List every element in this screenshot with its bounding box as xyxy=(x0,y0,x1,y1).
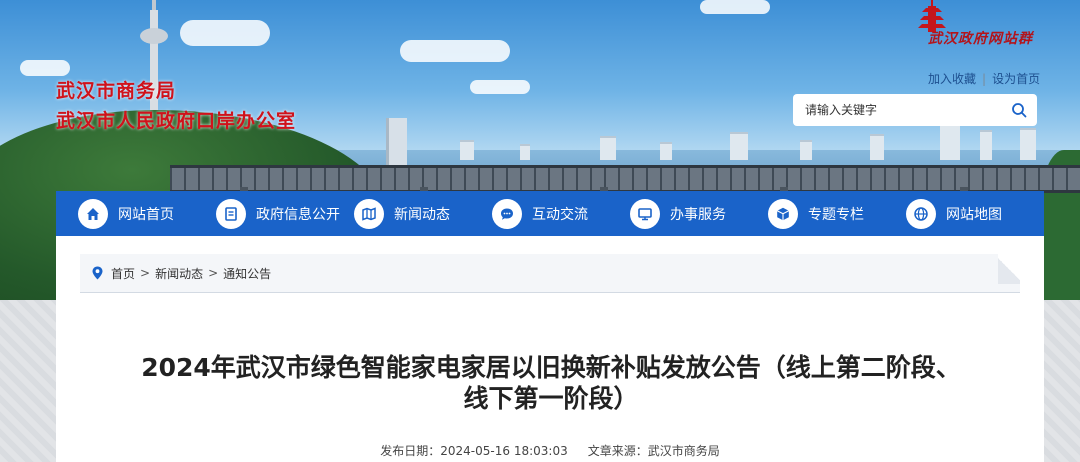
map-book-icon xyxy=(354,198,384,229)
main-nav: 网站首页 政府信息公开 新闻动态 互动交流 办事服务 专题专栏 网站地图 xyxy=(56,191,1044,236)
content-panel: 首页 > 新闻动态 > 通知公告 2024年武汉市绿色智能家电家居以旧换新补贴发… xyxy=(56,236,1044,462)
cloud-decoration xyxy=(700,0,770,14)
nav-item-home[interactable]: 网站首页 xyxy=(78,191,174,236)
org-name-commerce-bureau: 武汉市商务局 xyxy=(56,80,177,102)
tv-tower xyxy=(140,28,168,44)
location-pin-icon xyxy=(92,266,103,280)
breadcrumb-news[interactable]: 新闻动态 xyxy=(155,265,203,282)
article-source: 武汉市商务局 xyxy=(647,444,720,458)
globe-icon xyxy=(906,198,936,229)
nav-label: 政府信息公开 xyxy=(256,206,340,223)
page-fold-decoration xyxy=(998,254,1020,284)
nav-label: 办事服务 xyxy=(670,206,726,223)
office-tower xyxy=(386,118,407,166)
document-icon xyxy=(216,198,246,229)
chat-icon xyxy=(492,198,522,229)
search-input[interactable] xyxy=(803,102,1011,118)
cloud-decoration xyxy=(470,80,530,94)
publish-date: 2024-05-16 18:03:03 xyxy=(440,444,568,458)
publish-date-label: 发布日期： xyxy=(380,444,441,458)
nav-label: 专题专栏 xyxy=(808,206,864,223)
monitor-icon xyxy=(630,198,660,229)
cloud-decoration xyxy=(20,60,70,76)
nav-item-gov-info[interactable]: 政府信息公开 xyxy=(216,191,340,236)
breadcrumb-notices[interactable]: 通知公告 xyxy=(223,265,271,282)
bookmark-link[interactable]: 加入收藏 xyxy=(928,72,976,86)
cloud-decoration xyxy=(400,40,510,62)
source-label: 文章来源： xyxy=(587,444,648,458)
home-icon xyxy=(78,198,108,229)
logo-text: 武汉政府网站群 xyxy=(928,31,1033,47)
nav-item-interaction[interactable]: 互动交流 xyxy=(492,191,588,236)
article-title: 2024年武汉市绿色智能家电家居以旧换新补贴发放公告（线上第二阶段、线下第一阶段… xyxy=(141,353,961,413)
org-name-port-office: 武汉市人民政府口岸办公室 xyxy=(56,110,297,132)
nav-label: 网站地图 xyxy=(946,206,1002,223)
nav-item-services[interactable]: 办事服务 xyxy=(630,191,726,236)
top-links: 加入收藏 | 设为首页 xyxy=(928,70,1040,87)
set-homepage-link[interactable]: 设为首页 xyxy=(992,72,1040,86)
nav-label: 网站首页 xyxy=(118,206,174,223)
nav-label: 互动交流 xyxy=(532,206,588,223)
nav-item-sitemap[interactable]: 网站地图 xyxy=(906,191,1002,236)
breadcrumb-separator: > xyxy=(208,266,219,280)
nav-item-news[interactable]: 新闻动态 xyxy=(354,191,450,236)
breadcrumb-home[interactable]: 首页 xyxy=(111,265,135,282)
breadcrumb: 首页 > 新闻动态 > 通知公告 xyxy=(80,254,1020,293)
link-separator: | xyxy=(982,72,987,86)
search-icon[interactable] xyxy=(1011,102,1027,118)
nav-label: 新闻动态 xyxy=(394,206,450,223)
side-pattern xyxy=(0,300,56,462)
search-box xyxy=(793,94,1037,126)
nav-item-topics[interactable]: 专题专栏 xyxy=(768,191,864,236)
side-pattern xyxy=(1044,300,1080,462)
cloud-decoration xyxy=(180,20,270,46)
article-meta: 发布日期：2024-05-16 18:03:03 文章来源：武汉市商务局 xyxy=(56,442,1044,459)
cube-icon xyxy=(768,198,798,229)
yangtze-bridge xyxy=(170,165,1080,193)
breadcrumb-separator: > xyxy=(140,266,151,280)
city-skyline xyxy=(400,120,1080,160)
